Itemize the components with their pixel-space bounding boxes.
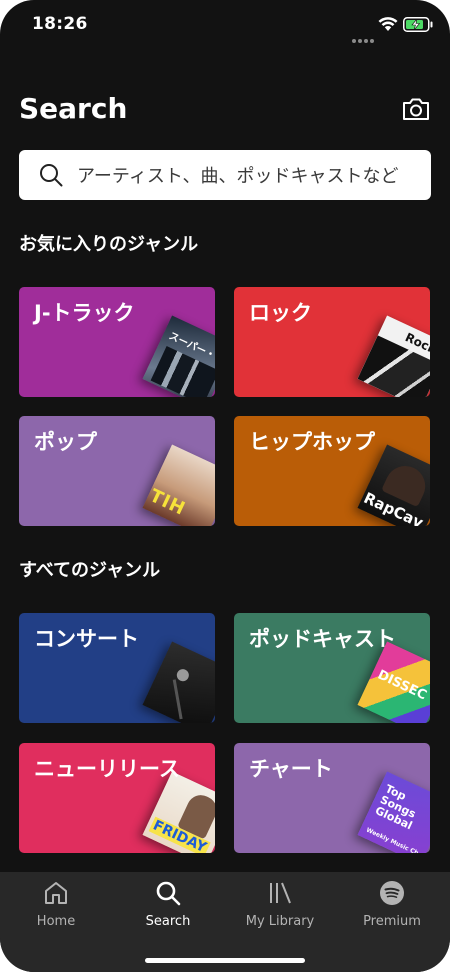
genre-artwork: Rock [357, 315, 430, 397]
section-title-all-genres: すべてのジャンル [19, 560, 161, 581]
wifi-icon [378, 17, 398, 31]
section-title-favorite-genres: お気に入りのジャンル [19, 234, 199, 255]
genre-artwork: Top Songs Global Weekly Music Ch [357, 771, 430, 853]
microphone-icon [174, 667, 191, 684]
signal-dots-icon [352, 28, 376, 43]
genre-tile-podcast[interactable]: ポッドキャスト DISSEC [234, 613, 430, 723]
status-time: 18:26 [32, 14, 88, 34]
page-title: Search [19, 92, 128, 125]
bottom-tab-bar: Home Search My Library Premium [0, 872, 450, 972]
tab-my-library-label: My Library [245, 914, 315, 929]
genre-tile-new-releases[interactable]: ニューリリース FRIDAY [19, 743, 215, 853]
genre-tile-label: ポッドキャスト [249, 627, 396, 651]
genre-tile-charts[interactable]: チャート Top Songs Global Weekly Music Ch [234, 743, 430, 853]
genre-tile-j-track[interactable]: J-トラック スーパー・ビ [19, 287, 215, 397]
search-icon [156, 881, 181, 906]
genre-tile-label: ヒップホップ [249, 430, 375, 454]
tab-my-library[interactable]: My Library [224, 872, 336, 942]
genre-tile-label: J-トラック [34, 301, 135, 325]
genre-tile-label: チャート [249, 757, 333, 781]
tab-search-label: Search [145, 914, 191, 929]
camera-icon[interactable] [402, 97, 430, 121]
genre-artwork: スーパー・ビ [142, 315, 215, 397]
genre-artwork: FRIDAY [142, 771, 215, 853]
artwork-text: TIH [146, 485, 189, 520]
genre-artwork: RapCav [357, 444, 430, 526]
search-icon [40, 164, 63, 187]
tab-search[interactable]: Search [112, 872, 224, 942]
battery-charging-icon [403, 17, 433, 32]
tab-premium-label: Premium [363, 914, 421, 929]
genre-artwork: DISSEC [357, 641, 430, 723]
status-bar: 18:26 [0, 0, 450, 50]
home-indicator [145, 958, 305, 963]
genre-artwork: TIH [142, 444, 215, 526]
tab-premium[interactable]: Premium [336, 872, 448, 942]
tab-home[interactable]: Home [0, 872, 112, 942]
genre-tile-label: ニューリリース [34, 757, 180, 781]
tab-home-label: Home [36, 914, 76, 929]
genre-artwork [142, 641, 215, 723]
genre-tile-concert[interactable]: コンサート [19, 613, 215, 723]
spotify-icon [380, 881, 404, 905]
microphone-stand [172, 679, 183, 720]
genre-tile-rock[interactable]: ロック Rock [234, 287, 430, 397]
genre-tile-label: ロック [249, 301, 312, 325]
artwork-text: Top Songs Global [373, 782, 418, 833]
home-icon [45, 882, 67, 904]
genre-tile-hip-hop[interactable]: ヒップホップ RapCav [234, 416, 430, 526]
artwork-text: DISSEC [375, 667, 429, 704]
genre-tile-pop[interactable]: ポップ TIH [19, 416, 215, 526]
genre-tile-label: ポップ [34, 430, 97, 454]
phone-screen: 18:26 Search お気に入りのジャンル J-トラック スーパ [0, 0, 450, 972]
genre-tile-label: コンサート [34, 627, 139, 651]
library-icon [270, 882, 291, 904]
search-bar[interactable] [19, 150, 431, 200]
search-input[interactable] [75, 158, 429, 194]
